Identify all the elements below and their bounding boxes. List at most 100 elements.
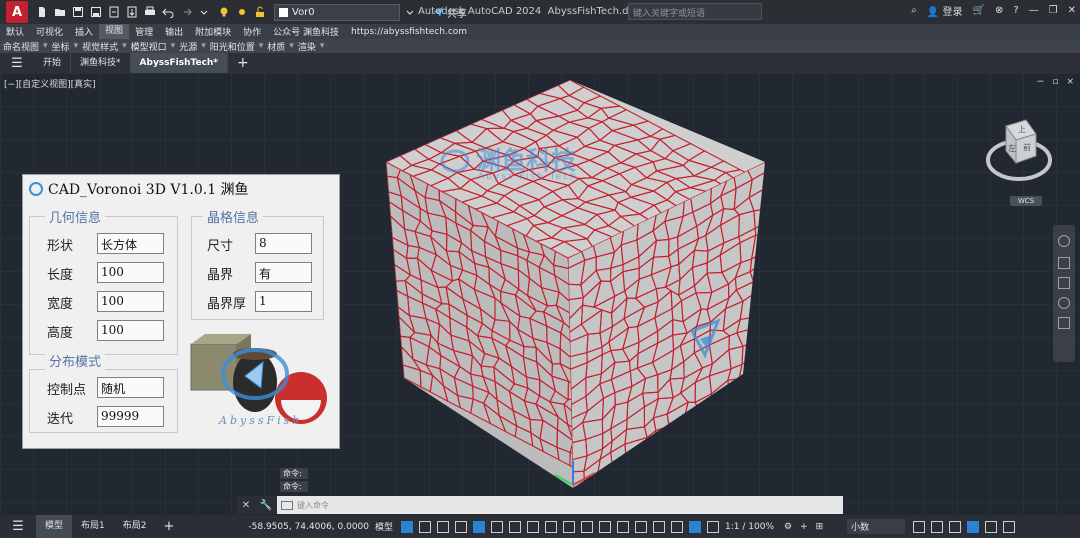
new-tab-button[interactable]: + — [228, 55, 258, 71]
menu-icon[interactable]: ☰ — [0, 519, 36, 534]
layout-tab[interactable]: 布局1 — [72, 515, 114, 538]
quick-properties-icon[interactable] — [913, 520, 926, 533]
viewport-minimize-button[interactable]: − — [1037, 77, 1045, 87]
model-space-button[interactable]: 模型 — [375, 520, 393, 533]
new-file-icon[interactable] — [36, 6, 48, 18]
polar-toggle-icon[interactable] — [491, 520, 504, 533]
drawing-viewport[interactable]: [−][自定义视图][真实] − ▫ × 渊鱼科技 Abyss Fish Tec… — [0, 73, 1080, 515]
unlock-icon[interactable] — [254, 6, 266, 18]
field-input[interactable]: 1 — [255, 291, 312, 312]
viewport-close-button[interactable]: × — [1066, 77, 1074, 87]
infer-icon[interactable] — [437, 520, 450, 533]
menu-icon[interactable]: ☰ — [0, 56, 34, 71]
units-dropdown[interactable]: 小数 — [847, 519, 906, 534]
open-folder-icon[interactable] — [54, 6, 66, 18]
sun-icon[interactable] — [236, 6, 248, 18]
ribbon-tab[interactable]: 公众号 渊鱼科技 — [267, 25, 345, 38]
ribbon-panel[interactable]: 光源 — [176, 40, 200, 53]
ribbon-tab[interactable]: 管理 — [129, 25, 159, 38]
ribbon-panel[interactable]: 模型视口 — [128, 40, 170, 53]
viewport-label[interactable]: [−][自定义视图][真实] — [4, 77, 96, 90]
showmotion-icon[interactable] — [1058, 317, 1070, 329]
redo-icon[interactable] — [180, 6, 192, 18]
snap-toggle-icon[interactable] — [419, 520, 432, 533]
ribbon-panel[interactable]: 命名视图 — [0, 40, 42, 53]
add-layout-button[interactable]: + — [155, 519, 182, 534]
field-input[interactable]: 有 — [255, 262, 312, 283]
transparency-icon[interactable] — [581, 520, 594, 533]
viewcube[interactable]: 上 左 前 — [986, 118, 1052, 188]
field-input[interactable]: 随机 — [97, 377, 164, 398]
ortho-toggle-icon[interactable] — [473, 520, 486, 533]
navigation-bar[interactable] — [1053, 225, 1075, 362]
lock-ui-icon[interactable] — [931, 520, 944, 533]
file-tab[interactable]: 渊鱼科技* — [71, 53, 131, 73]
close-button[interactable]: ✕ — [1068, 5, 1076, 16]
customization-icon[interactable] — [1003, 520, 1016, 533]
3d-osnap-icon[interactable] — [617, 520, 630, 533]
isolate-objects-icon[interactable] — [949, 520, 962, 533]
restore-button[interactable]: ❐ — [1049, 5, 1058, 16]
zoom-icon[interactable] — [1058, 277, 1070, 289]
clean-screen-icon[interactable] — [985, 520, 998, 533]
field-input[interactable]: 8 — [255, 233, 312, 254]
chevron-down-icon[interactable]: ▾ — [319, 41, 326, 51]
gizmo-icon[interactable] — [671, 520, 684, 533]
selection-cycling-icon[interactable] — [599, 520, 612, 533]
ribbon-tab[interactable]: 输出 — [159, 25, 189, 38]
dynamic-ucs-icon[interactable] — [635, 520, 648, 533]
ribbon-panel[interactable]: 视觉样式 — [79, 40, 121, 53]
minimize-button[interactable]: — — [1029, 5, 1039, 16]
dynamic-input-icon[interactable] — [455, 520, 468, 533]
login-button[interactable]: 👤 登录 — [927, 3, 963, 18]
plot-icon[interactable] — [144, 6, 156, 18]
command-input[interactable]: 键入命令 — [277, 496, 843, 514]
ribbon-tab[interactable]: 可视化 — [30, 25, 69, 38]
wrench-icon[interactable]: 🔧 — [260, 500, 272, 511]
ribbon-panel[interactable]: 阳光和位置 — [207, 40, 258, 53]
layer-dropdown[interactable]: Vor0 — [274, 3, 400, 21]
orbit-icon[interactable] — [1058, 297, 1070, 309]
file-tab[interactable]: 开始 — [34, 53, 72, 73]
annotation-scale[interactable]: 1:1 / 100% — [725, 522, 774, 532]
plus-icon[interactable]: + — [800, 522, 808, 532]
wcs-dropdown[interactable]: WCS — [1010, 196, 1042, 206]
lineweight-icon[interactable] — [563, 520, 576, 533]
gear-icon[interactable]: ⚙ — [784, 522, 792, 532]
field-input[interactable]: 100 — [97, 291, 164, 312]
layout-tab[interactable]: 模型 — [36, 515, 73, 538]
undo-icon[interactable] — [162, 6, 174, 19]
hardware-acceleration-icon[interactable]: ⊞ — [816, 522, 824, 532]
search-input[interactable]: 键入关键字或短语 — [628, 3, 762, 20]
field-input[interactable]: 长方体 — [97, 233, 164, 254]
file-tab[interactable]: AbyssFishTech* — [130, 53, 229, 73]
search-icon[interactable]: ⌕ — [911, 5, 917, 16]
ribbon-tab[interactable]: 默认 — [0, 25, 30, 38]
object-snap-tracking-icon[interactable] — [527, 520, 540, 533]
isodraft-icon[interactable] — [509, 520, 522, 533]
lightbulb-icon[interactable] — [218, 6, 230, 18]
ribbon-tab[interactable]: 视图 — [99, 24, 130, 39]
ribbon-panel[interactable]: 渲染 — [295, 40, 319, 53]
graphics-performance-icon[interactable] — [967, 520, 980, 533]
ribbon-tab[interactable]: 附加模块 — [189, 25, 237, 38]
exchange-icon[interactable]: ⊗ — [995, 5, 1003, 16]
save-web-icon[interactable] — [126, 6, 138, 18]
field-input[interactable]: 100 — [97, 320, 164, 341]
grid-toggle-icon[interactable] — [401, 520, 414, 533]
field-input[interactable]: 99999 — [97, 406, 164, 427]
open-web-icon[interactable] — [108, 6, 120, 18]
annotation-visibility-icon[interactable] — [689, 520, 702, 533]
viewport-restore-button[interactable]: ▫ — [1052, 77, 1058, 87]
save-as-icon[interactable] — [90, 6, 102, 18]
pan-icon[interactable] — [1058, 257, 1070, 269]
save-icon[interactable] — [72, 6, 84, 18]
object-snap-icon[interactable] — [545, 520, 558, 533]
chevron-down-icon[interactable] — [198, 6, 210, 18]
voronoi-cube-model[interactable]: 渊鱼科技 Abyss Fish Tech — [370, 73, 790, 503]
ribbon-tab[interactable]: 插入 — [69, 25, 99, 38]
layout-tab[interactable]: 布局2 — [114, 515, 156, 538]
auto-scale-icon[interactable] — [707, 520, 720, 533]
autocad-logo-button[interactable]: A — [6, 1, 28, 23]
terminal-icon[interactable] — [281, 500, 293, 510]
